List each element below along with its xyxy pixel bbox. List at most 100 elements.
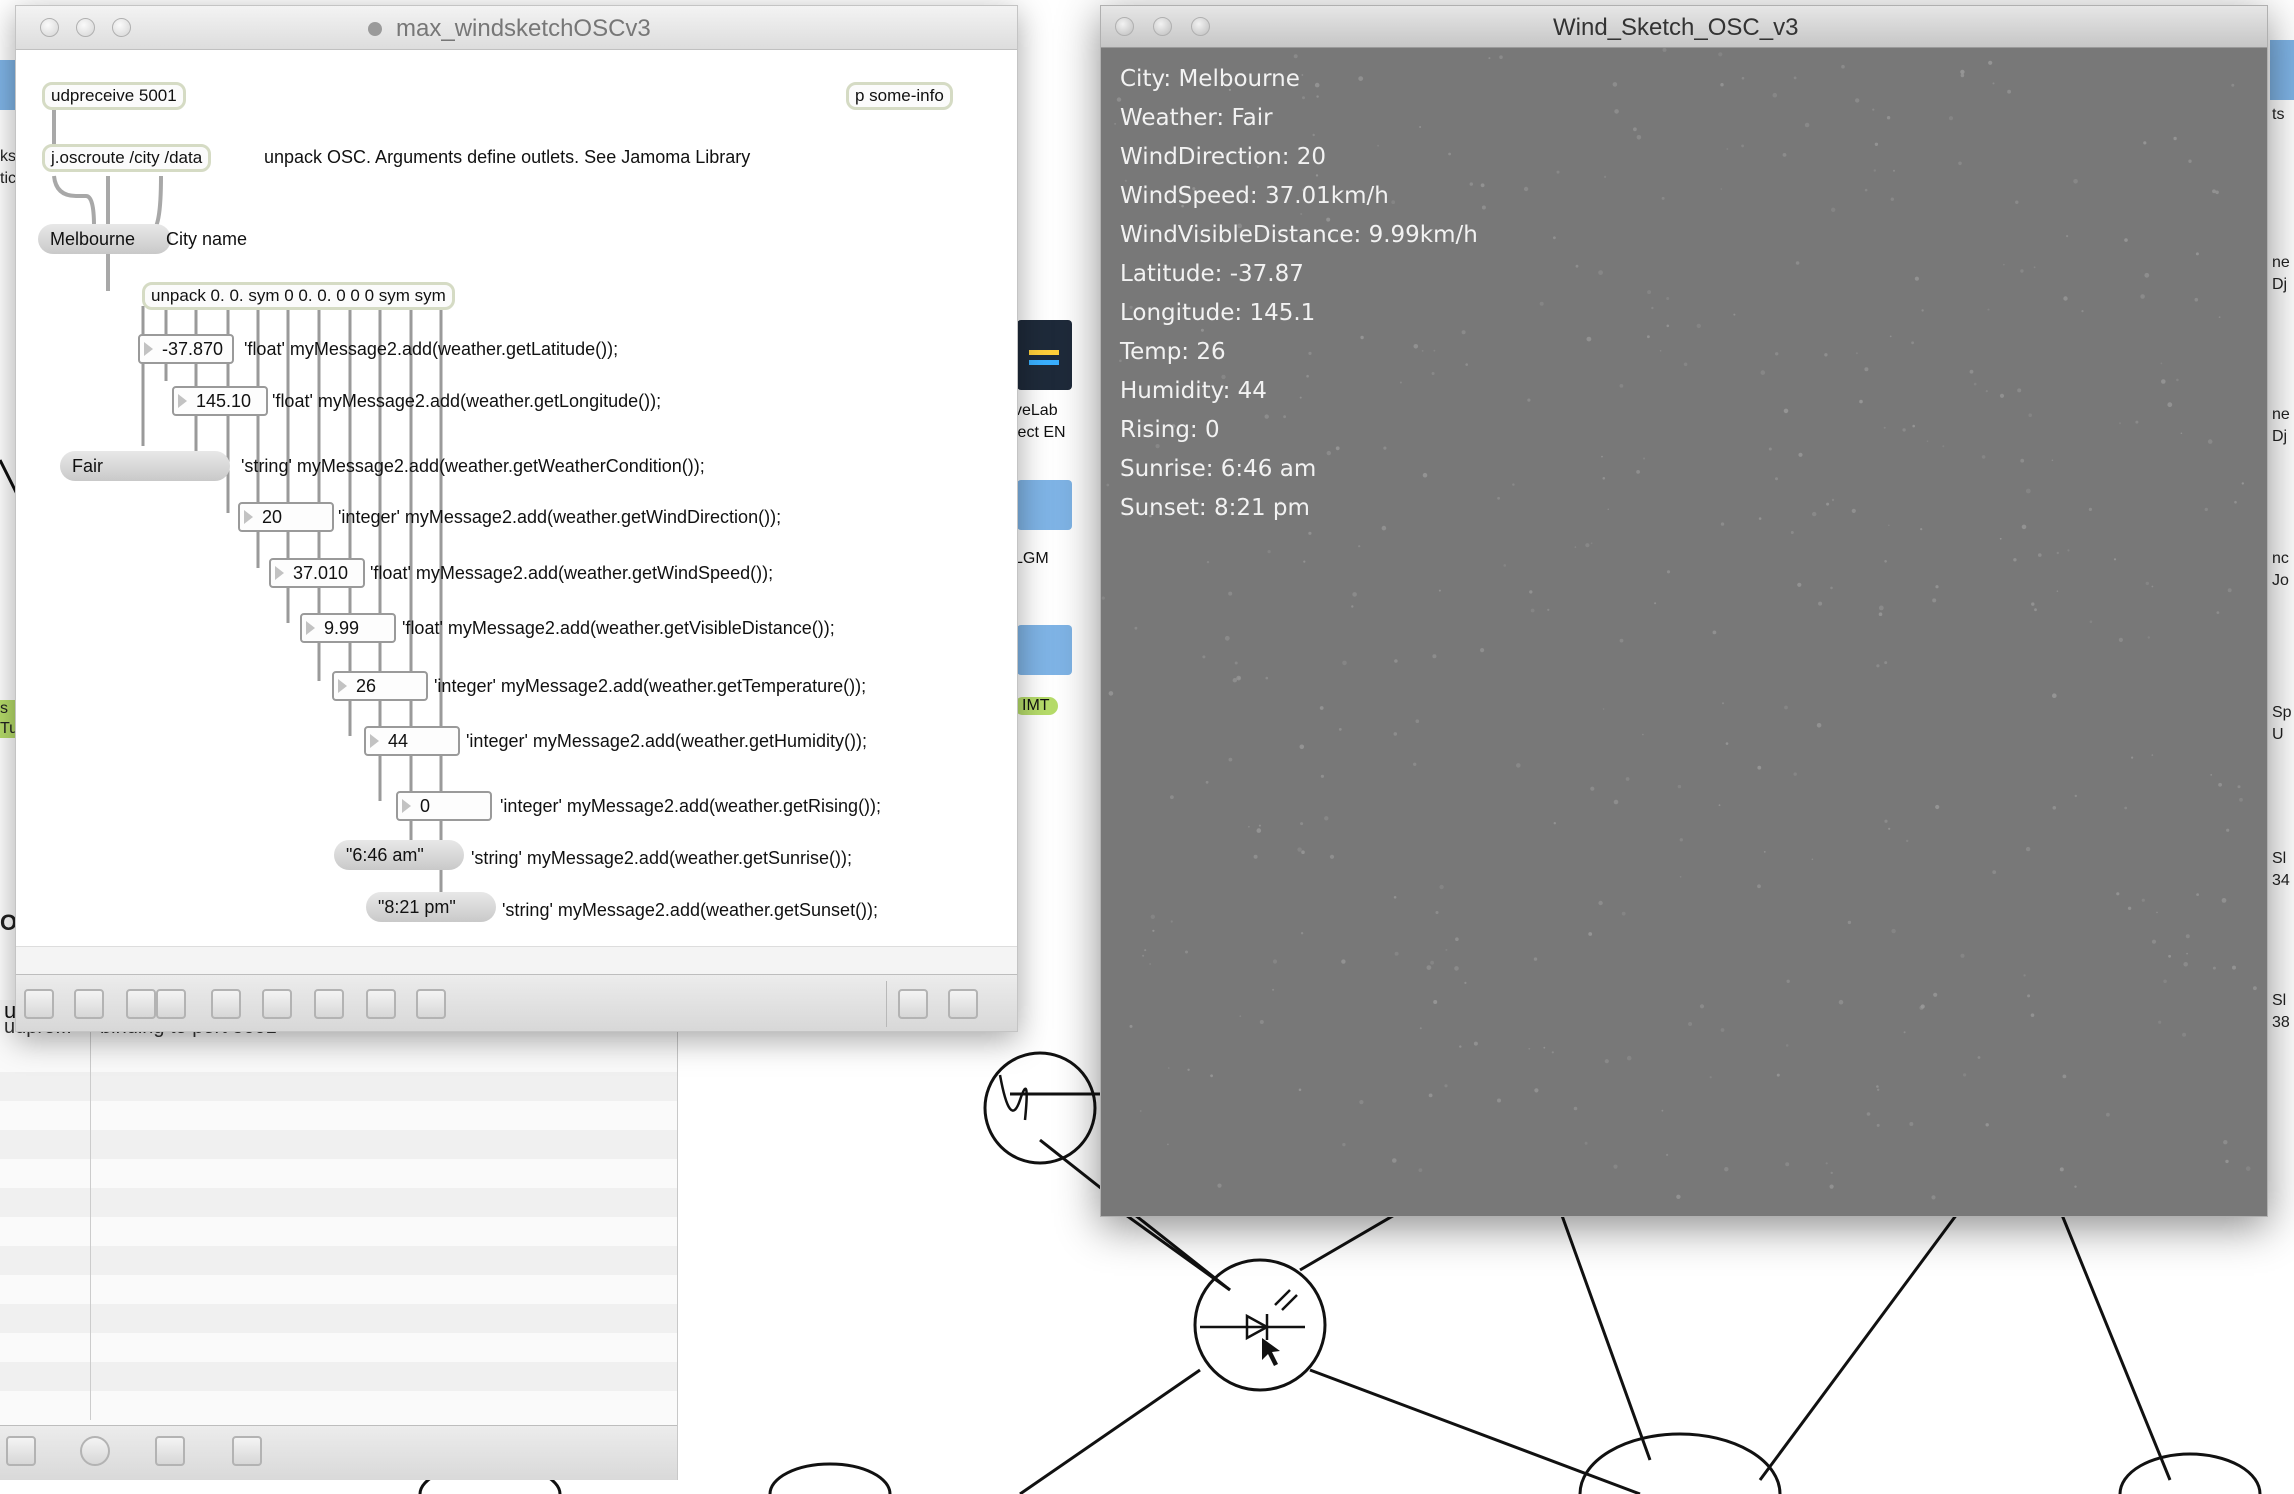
particle (1859, 399, 1863, 404)
particle (1543, 1046, 1546, 1049)
particle (1301, 850, 1305, 854)
presentation-icon[interactable] (74, 989, 104, 1019)
particle (1676, 1194, 1681, 1200)
minimize-button[interactable] (1153, 17, 1172, 36)
visible-distance-number[interactable]: 9.99 (300, 613, 396, 643)
particle (1293, 54, 1298, 59)
latitude-number[interactable]: -37.870 (138, 334, 234, 364)
folder-icon[interactable] (1017, 625, 1072, 675)
split-vertical-icon[interactable] (948, 989, 978, 1019)
particle (1726, 148, 1729, 150)
particle (1298, 1088, 1302, 1092)
particle (2015, 200, 2019, 204)
temperature-number[interactable]: 26 (332, 671, 428, 701)
particle (1878, 612, 1883, 616)
particle (2056, 551, 2059, 555)
particle (1884, 661, 1888, 665)
particle (1415, 719, 1420, 723)
settings-icon[interactable] (416, 989, 446, 1019)
udpreceive-object[interactable]: udpreceive 5001 (42, 82, 186, 110)
info-icon[interactable] (155, 1436, 185, 1466)
particle (1960, 69, 1965, 75)
particle (2067, 549, 2070, 552)
new-object-icon[interactable] (126, 989, 156, 1019)
wind-speed-number[interactable]: 37.010 (269, 558, 365, 588)
particle (1733, 313, 1736, 316)
particle (1712, 630, 1717, 635)
particle (1847, 920, 1852, 925)
particle (2063, 296, 2068, 301)
particle (1426, 965, 1432, 970)
particle (2119, 422, 2121, 425)
particle (2204, 507, 2208, 512)
particle (1785, 1162, 1790, 1167)
message-icon[interactable] (211, 989, 241, 1019)
particle (1793, 772, 1797, 776)
city-comment: City name (166, 229, 248, 249)
rising-number[interactable]: 0 (396, 791, 492, 821)
particle (1688, 1022, 1693, 1026)
particle (1488, 57, 1491, 60)
latitude-comment: 'float' myMessage2.add(weather.getLatitu… (244, 339, 619, 359)
particle (2245, 1166, 2251, 1171)
desktop-icon-velab[interactable] (1017, 320, 1072, 390)
particle (2038, 553, 2042, 557)
particle (1329, 854, 1335, 859)
particle (1573, 1106, 1578, 1111)
delete-icon[interactable] (156, 989, 186, 1019)
particle (1838, 999, 1844, 1005)
lock-icon[interactable] (24, 989, 54, 1019)
weather-message[interactable]: Fair (60, 451, 230, 481)
particle (1785, 1044, 1789, 1047)
particle (1903, 1031, 1906, 1034)
particle (1206, 560, 1210, 564)
zoom-button[interactable] (1191, 17, 1210, 36)
longitude-number[interactable]: 145.10 (172, 386, 268, 416)
particle (2225, 1159, 2229, 1164)
particle (1619, 638, 1624, 643)
particle (1891, 928, 1896, 934)
split-horizontal-icon[interactable] (898, 989, 928, 1019)
city-message[interactable]: Melbourne (38, 224, 171, 254)
particle (2124, 806, 2128, 810)
oscroute-comment: unpack OSC. Arguments define outlets. Se… (264, 147, 751, 167)
humidity-number[interactable]: 44 (364, 726, 460, 756)
particle (1884, 819, 1888, 823)
inspector-icon[interactable] (314, 989, 344, 1019)
sunrise-message[interactable]: "6:46 am" (334, 840, 464, 870)
particle (2131, 756, 2134, 759)
particle (1455, 937, 1459, 941)
particle (1963, 1073, 1967, 1077)
sketch-canvas[interactable]: City: Melbourne Weather: Fair WindDirect… (1101, 48, 2267, 1216)
clear-icon[interactable] (6, 1436, 36, 1466)
back-icon[interactable] (232, 1436, 262, 1466)
particle (1393, 732, 1398, 736)
sunset-message[interactable]: "8:21 pm" (366, 892, 496, 922)
close-button[interactable] (1115, 17, 1134, 36)
particle (1877, 1088, 1880, 1092)
info-icon[interactable] (262, 989, 292, 1019)
particle (1149, 963, 1152, 965)
horizontal-scrollbar[interactable] (16, 946, 1017, 974)
oscroute-object[interactable]: j.oscroute /city /data (42, 144, 212, 172)
particle (2127, 906, 2132, 910)
particle (1724, 1167, 1729, 1172)
particle (1889, 335, 1892, 338)
particle (2212, 966, 2216, 970)
particle (1935, 804, 1940, 810)
particle (1392, 1158, 1397, 1163)
unpack-object[interactable]: unpack 0. 0. sym 0 0. 0. 0 0 0 sym sym (142, 282, 455, 310)
wind-direction-number[interactable]: 20 (238, 502, 334, 532)
particle (1320, 774, 1324, 778)
particle (1439, 884, 1444, 890)
clock-icon[interactable] (80, 1436, 110, 1466)
folder-icon[interactable] (1017, 480, 1072, 530)
grid-icon[interactable] (366, 989, 396, 1019)
particle (2140, 294, 2145, 299)
particle (2176, 378, 2179, 382)
particle (2221, 898, 2227, 903)
particle (1890, 197, 1894, 201)
particle (1795, 261, 1800, 265)
p-some-info-object[interactable]: p some-info (846, 82, 953, 110)
particle (1433, 1000, 1438, 1004)
